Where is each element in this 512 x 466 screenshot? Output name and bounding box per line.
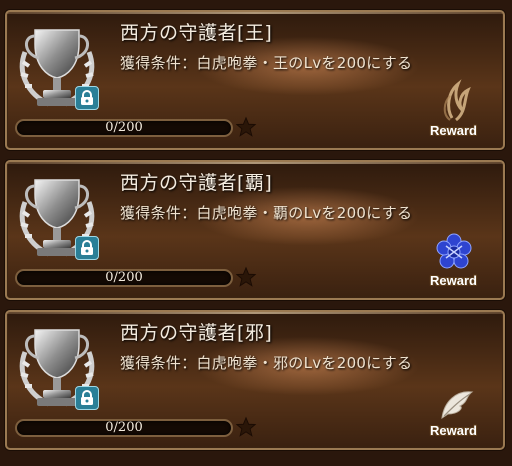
progress-bar: 0/200	[15, 269, 233, 287]
achievement-title: 西方の守護者[邪]	[120, 322, 273, 344]
progress-bar: 0/200	[15, 419, 233, 437]
reward-label[interactable]: Reward	[430, 423, 477, 438]
star-icon	[235, 116, 257, 137]
achievement-card[interactable]: 西方の守護者[王] 獲得条件：白虎咆拳・王のLvを200にする 0/200 Re…	[5, 10, 505, 150]
achievement-condition: 獲得条件：白虎咆拳・邪のLvを200にする	[120, 354, 413, 372]
reward-label[interactable]: Reward	[430, 123, 477, 138]
lock-icon	[75, 86, 99, 110]
star-icon	[235, 266, 257, 287]
progress-text: 0/200	[105, 420, 143, 435]
lock-icon	[75, 386, 99, 410]
white-feather-icon[interactable]	[432, 378, 476, 424]
achievement-card[interactable]: 西方の守護者[邪] 獲得条件：白虎咆拳・邪のLvを200にする 0/200 Re…	[5, 310, 505, 450]
lock-icon	[75, 236, 99, 260]
achievement-title: 西方の守護者[覇]	[120, 172, 273, 194]
progress-bar: 0/200	[15, 119, 233, 137]
achievement-card[interactable]: 西方の守護者[覇] 獲得条件：白虎咆拳・覇のLvを200にする 0/200 Re…	[5, 160, 505, 300]
achievement-condition: 獲得条件：白虎咆拳・王のLvを200にする	[120, 54, 413, 72]
star-icon	[235, 416, 257, 437]
reward-label[interactable]: Reward	[430, 273, 477, 288]
blue-flower-emblem-icon[interactable]	[432, 228, 476, 274]
progress-text: 0/200	[105, 120, 143, 135]
achievement-title: 西方の守護者[王]	[120, 22, 273, 44]
golden-swirl-icon[interactable]	[432, 78, 476, 124]
achievement-condition: 獲得条件：白虎咆拳・覇のLvを200にする	[120, 204, 413, 222]
progress-text: 0/200	[105, 270, 143, 285]
